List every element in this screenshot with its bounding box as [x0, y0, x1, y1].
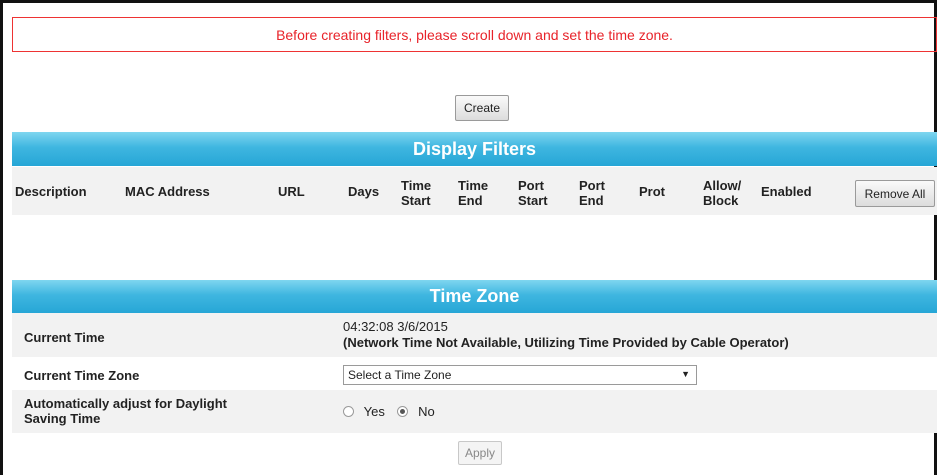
time-zone-title: Time Zone: [429, 286, 520, 306]
remove-all-button[interactable]: Remove All: [855, 180, 935, 207]
dst-no-radio[interactable]: [397, 406, 409, 417]
col-port-end: Port End: [579, 178, 605, 208]
display-filters-header: Display Filters: [12, 132, 937, 166]
col-enabled: Enabled: [761, 184, 812, 199]
current-time-zone-label: Current Time Zone: [24, 368, 140, 383]
col-time-end: Time End: [458, 178, 489, 208]
timezone-warning-banner: Before creating filters, please scroll d…: [12, 17, 937, 52]
col-description: Description: [15, 184, 87, 199]
time-zone-select[interactable]: Select a Time Zone ▼: [343, 365, 697, 385]
daylight-saving-row: Automatically adjust for Daylight Saving …: [12, 390, 937, 433]
current-time-note: (Network Time Not Available, Utilizing T…: [343, 335, 789, 350]
col-days: Days: [348, 184, 380, 199]
daylight-saving-options: Yes No: [343, 404, 435, 419]
col-allow-block: Allow/Block: [703, 178, 742, 208]
current-time-label: Current Time: [24, 330, 105, 345]
display-filters-title: Display Filters: [412, 138, 537, 159]
dst-yes-label: Yes: [363, 404, 385, 419]
current-time-row: Current Time 04:32:08 3/6/2015 (Network …: [12, 313, 937, 357]
filters-column-header-row: Description MAC Address URL Days Time Sta…: [12, 167, 937, 215]
col-time-start: Time Start: [401, 178, 432, 208]
current-time-value: 04:32:08 3/6/2015: [343, 319, 448, 334]
daylight-saving-label: Automatically adjust for Daylight Saving …: [24, 396, 227, 426]
col-prot: Prot: [639, 184, 665, 199]
col-mac-address: MAC Address: [125, 184, 210, 199]
current-time-zone-row: Current Time Zone Select a Time Zone ▼: [12, 357, 937, 390]
dst-yes-radio[interactable]: [343, 406, 354, 417]
time-zone-header: Time Zone: [12, 280, 937, 313]
time-zone-select-value: Select a Time Zone: [348, 368, 452, 382]
col-port-start: Port Start: [518, 178, 548, 208]
col-url: URL: [278, 184, 305, 199]
dropdown-arrow-icon: ▼: [681, 369, 690, 379]
dst-no-label: No: [418, 404, 435, 419]
apply-button[interactable]: Apply: [458, 441, 502, 465]
create-button[interactable]: Create: [455, 95, 509, 121]
